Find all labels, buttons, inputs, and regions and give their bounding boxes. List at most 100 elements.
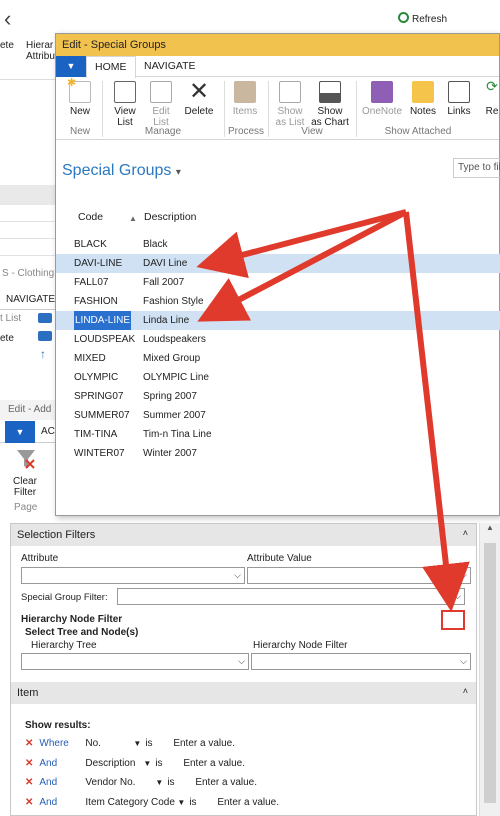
remove-filter-icon[interactable]: ✕	[25, 777, 33, 788]
remove-filter-icon[interactable]: ✕	[25, 738, 33, 749]
chevron-down-icon[interactable]: ▼	[155, 778, 163, 787]
code-cell: BLACK	[74, 239, 107, 250]
delete-button[interactable]: ✕ Delete	[180, 80, 218, 118]
description-cell: Fall 2007	[143, 277, 185, 288]
notes-icon	[412, 81, 434, 103]
filter-operator-link[interactable]: And	[39, 758, 85, 769]
attribute-value-label: Attribute Value	[247, 553, 312, 564]
links-button[interactable]: Links	[442, 81, 476, 117]
dialog-title: Edit - Special Groups	[56, 34, 499, 56]
tab-navigate[interactable]: NAVIGATE	[136, 56, 204, 77]
chevron-down-icon[interactable]: ▼	[143, 759, 151, 768]
filter-operator-link[interactable]: Where	[39, 738, 85, 749]
bg-navigate-tab[interactable]: NAVIGATE	[0, 290, 58, 310]
table-row[interactable]: FASHION Fashion Style	[56, 292, 500, 311]
chevron-down-icon[interactable]: ▼	[133, 739, 141, 748]
collapse-icon[interactable]: ˄	[463, 686, 468, 696]
items-button[interactable]: Items	[228, 81, 262, 117]
chevron-down-icon: ▾	[175, 167, 181, 178]
clear-filter-icon	[16, 448, 36, 472]
chart-icon	[319, 81, 341, 103]
notes-button[interactable]: Notes	[406, 81, 440, 117]
table-row[interactable]: MIXED Mixed Group	[56, 349, 500, 368]
dialog-tab-bar: ▼ HOME NAVIGATE	[56, 56, 499, 78]
app-menu-button[interactable]: ▼	[56, 56, 86, 77]
filter-operator-link[interactable]: And	[39, 797, 85, 808]
ribbon-separator	[102, 81, 103, 137]
table-row[interactable]: LINDA-LINE Linda Line	[56, 311, 500, 330]
selection-filters-header[interactable]: Selection Filters ˄	[11, 524, 476, 546]
filter-condition-row: ✕ And Description ▼ is Enter a value.	[25, 758, 245, 774]
onenote-button[interactable]: OneNote	[362, 81, 402, 117]
description-cell: Linda Line	[143, 315, 190, 326]
search-filter-input[interactable]: Type to fil	[453, 158, 500, 178]
page-title[interactable]: Special Groups ▾	[62, 162, 181, 180]
code-cell: DAVI-LINE	[74, 258, 123, 269]
group-process-label: Process	[227, 126, 265, 137]
edit-list-label: Edit List	[152, 106, 170, 128]
column-header-code[interactable]: Code	[78, 211, 103, 223]
table-row[interactable]: WINTER07 Winter 2007	[56, 444, 500, 463]
code-cell: LINDA-LINE	[74, 311, 132, 330]
attribute-dropdown[interactable]: ⌵	[21, 567, 245, 584]
description-cell: OLYMPIC Line	[143, 372, 209, 383]
table-row[interactable]: LOUDSPEAK Loudspeakers	[56, 330, 500, 349]
show-results-label: Show results:	[25, 720, 91, 731]
attribute-value-dropdown[interactable]: ⌵	[247, 567, 471, 584]
chevron-down-icon: ⌵	[234, 570, 241, 580]
column-header-description[interactable]: Description	[144, 211, 197, 223]
table-row[interactable]: TIM-TINA Tim-n Tina Line	[56, 425, 500, 444]
remove-filter-icon[interactable]: ✕	[25, 758, 33, 769]
new-document-icon: ✱	[67, 78, 91, 103]
description-cell: Mixed Group	[143, 353, 201, 364]
tab-home[interactable]: HOME	[86, 56, 136, 78]
filter-value-input[interactable]: Enter a value.	[195, 777, 257, 788]
clear-filter-button[interactable]: Clear Filter	[10, 476, 40, 498]
filter-value-input[interactable]: Enter a value.	[183, 758, 245, 769]
arrow-up-icon: ↑	[40, 347, 46, 361]
scroll-up-icon[interactable]: ▲	[480, 523, 500, 532]
view-list-icon	[114, 81, 136, 103]
refresh-button[interactable]: ⟳ Re	[484, 79, 500, 117]
items-label: Items	[232, 106, 258, 117]
group-manage-label: Manage	[144, 126, 182, 137]
links-label: Links	[447, 106, 471, 117]
table-row[interactable]: SUMMER07 Summer 2007	[56, 406, 500, 425]
select-tree-title: Select Tree and Node(s)	[25, 627, 139, 638]
collapse-icon[interactable]: ˄	[463, 528, 468, 538]
filter-operator-link[interactable]: And	[39, 777, 85, 788]
bg-dropdown-tab[interactable]: ▼	[5, 421, 35, 443]
table-row[interactable]: SPRING07 Spring 2007	[56, 387, 500, 406]
show-as-chart-button[interactable]: Show as Chart	[310, 81, 350, 128]
scrollbar-thumb[interactable]	[484, 543, 496, 803]
new-button[interactable]: ✱ New	[62, 78, 98, 117]
bg-refresh-label[interactable]: Refresh	[412, 14, 447, 25]
table-row[interactable]: BLACK Black	[56, 235, 500, 254]
special-group-filter-dropdown[interactable]: ⌵	[117, 588, 465, 605]
show-list-icon	[279, 81, 301, 103]
refresh-icon	[398, 12, 409, 23]
code-cell: TIM-TINA	[74, 429, 118, 440]
view-list-button[interactable]: View List	[108, 81, 142, 128]
chevron-down-icon[interactable]: ⌵	[454, 591, 461, 602]
item-section-header[interactable]: Item ˄	[11, 682, 476, 704]
chevron-down-icon[interactable]: ▼	[177, 798, 185, 807]
bg-window-title: S - Clothing	[2, 268, 55, 279]
bg-action-tab[interactable]: AC	[41, 426, 55, 437]
hierarchy-tree-dropdown[interactable]: ⌵	[21, 653, 249, 670]
hierarchy-node-filter-title: Hierarchy Node Filter	[21, 614, 123, 625]
remove-filter-icon[interactable]: ✕	[25, 797, 33, 808]
filter-value-input[interactable]: Enter a value.	[217, 797, 279, 808]
table-row[interactable]: DAVI-LINE DAVI Line	[56, 254, 500, 273]
refresh-label: Re	[485, 106, 499, 117]
filter-value-input[interactable]: Enter a value.	[173, 738, 235, 749]
edit-list-button[interactable]: Edit List	[144, 81, 178, 128]
hierarchy-node-filter-dropdown[interactable]: ⌵	[251, 653, 471, 670]
description-cell: Spring 2007	[143, 391, 197, 402]
show-as-list-button[interactable]: Show as List	[272, 81, 308, 128]
ribbon-separator	[224, 81, 225, 137]
table-row[interactable]: OLYMPIC OLYMPIC Line	[56, 368, 500, 387]
scrollbar[interactable]: ▲	[479, 523, 500, 816]
table-row[interactable]: FALL07 Fall 2007	[56, 273, 500, 292]
special-group-filter-label: Special Group Filter:	[21, 592, 108, 603]
